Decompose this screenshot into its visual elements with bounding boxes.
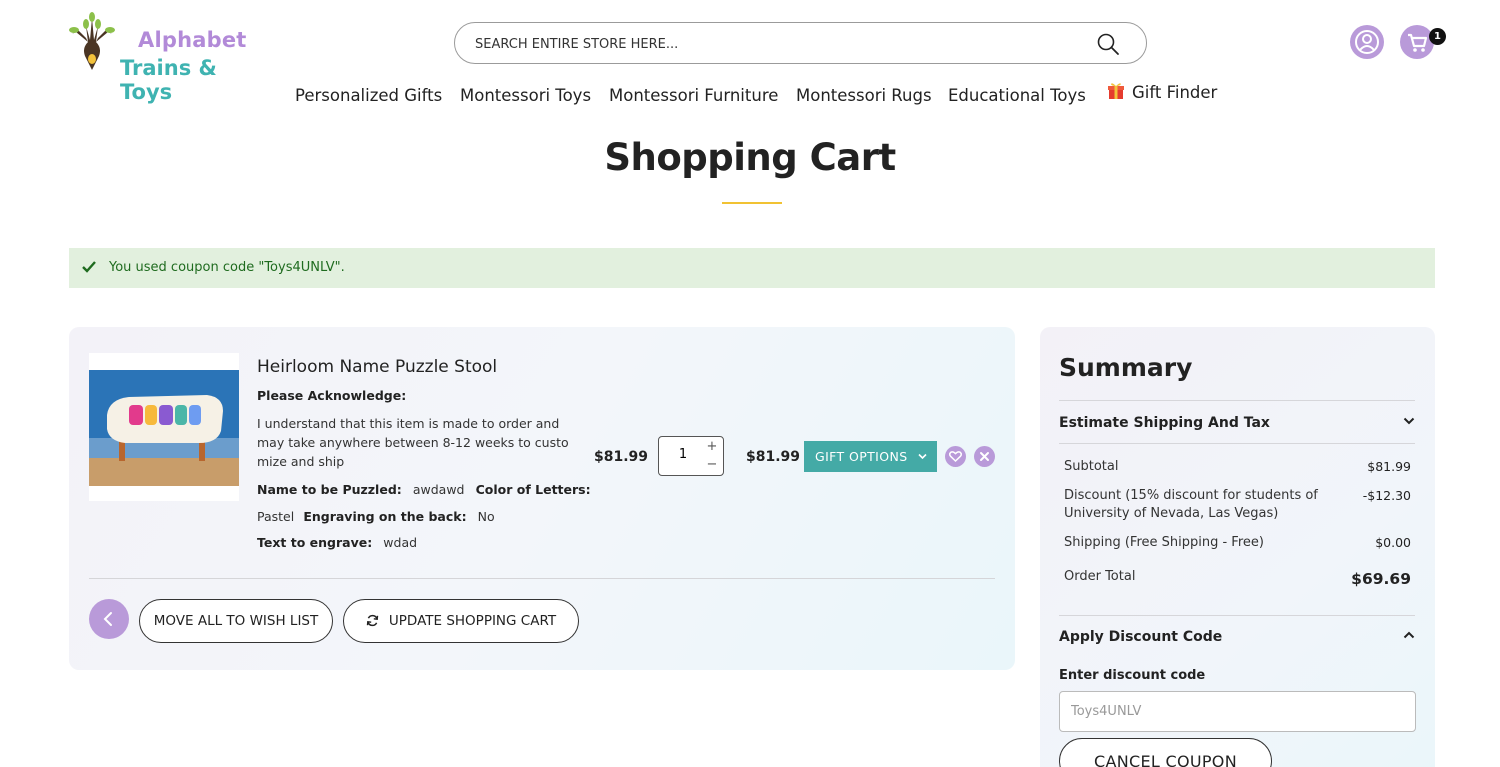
subtotal-label: Subtotal: [1064, 459, 1119, 474]
discount-label: Discount (15% discount for students of U…: [1064, 488, 1318, 521]
move-all-to-wishlist-button[interactable]: MOVE ALL TO WISH LIST: [139, 599, 333, 643]
search-input[interactable]: [475, 33, 1075, 55]
acknowledge-text: I understand that this item is made to o…: [257, 416, 569, 469]
engraving-value: No: [477, 509, 495, 524]
coupon-message-text: You used coupon code "Toys4UNLV".: [109, 260, 345, 275]
cart-count-badge: 1: [1429, 28, 1446, 45]
color-of-letters-label: Color of Letters:: [475, 482, 591, 497]
discount-code-label: Enter discount code: [1059, 668, 1206, 683]
continue-shopping-button[interactable]: [89, 599, 129, 639]
refresh-icon: [366, 614, 379, 627]
gift-options-button[interactable]: GIFT OPTIONS: [804, 441, 937, 472]
order-summary: Summary Estimate Shipping And Tax Subtot…: [1040, 327, 1435, 767]
checkmark-icon: [82, 261, 96, 273]
name-to-puzzle-value: awdawd: [412, 482, 465, 497]
summary-title: Summary: [1059, 353, 1193, 382]
quantity-stepper: + −: [658, 436, 724, 476]
quantity-input[interactable]: [665, 447, 701, 462]
chevron-down-icon: [918, 453, 927, 460]
page-title: Shopping Cart: [604, 136, 896, 179]
divider: [1059, 615, 1415, 616]
brand-name-line1: Alphabet: [138, 28, 247, 52]
nav-montessori-furniture[interactable]: Montessori Furniture: [609, 86, 778, 105]
discount-value: -$12.30: [1362, 488, 1411, 503]
order-total-label: Order Total: [1064, 569, 1136, 584]
search-icon[interactable]: [1096, 32, 1120, 56]
divider: [1059, 400, 1415, 401]
nav-gift-finder-label: Gift Finder: [1132, 83, 1218, 102]
chevron-down-icon[interactable]: [1403, 417, 1415, 425]
option-row-3: Text to engrave: wdad: [257, 532, 417, 551]
account-button[interactable]: [1350, 25, 1384, 59]
item-price: $81.99: [594, 449, 649, 465]
discount-code-input[interactable]: [1059, 691, 1416, 732]
option-row-1: Name to be Puzzled: awdawd Color of Lett…: [257, 479, 591, 498]
subtotal-value: $81.99: [1367, 459, 1411, 474]
text-to-engrave-label: Text to engrave:: [257, 535, 373, 550]
product-image[interactable]: [89, 353, 239, 501]
divider: [1059, 443, 1415, 444]
store-logo[interactable]: Alphabet Trains & Toys: [68, 12, 268, 104]
chevron-left-icon: [103, 612, 112, 626]
cancel-coupon-button[interactable]: CANCEL COUPON: [1059, 738, 1272, 767]
estimate-shipping-toggle[interactable]: Estimate Shipping And Tax: [1059, 415, 1270, 431]
move-to-wishlist-button[interactable]: [945, 446, 966, 467]
nav-personalized-gifts[interactable]: Personalized Gifts: [295, 86, 442, 105]
cart-icon: [1408, 33, 1428, 52]
item-subtotal: $81.99: [746, 449, 801, 465]
divider: [89, 578, 995, 579]
cart-items-panel: Heirloom Name Puzzle Stool Please Acknow…: [69, 327, 1015, 670]
gift-icon: [1108, 83, 1124, 99]
quantity-increase-button[interactable]: +: [705, 440, 719, 454]
minicart-button[interactable]: [1400, 25, 1434, 59]
color-of-letters-value: Pastel: [257, 509, 295, 524]
coupon-success-message: You used coupon code "Toys4UNLV".: [69, 248, 1435, 288]
shipping-label: Shipping (Free Shipping - Free): [1064, 535, 1264, 550]
text-to-engrave-value: wdad: [383, 535, 418, 550]
remove-item-button[interactable]: [974, 446, 995, 467]
acknowledge-label: Please Acknowledge:: [257, 388, 407, 403]
title-underline: [722, 202, 782, 204]
nav-montessori-rugs[interactable]: Montessori Rugs: [796, 86, 932, 105]
shipping-value: $0.00: [1375, 535, 1411, 550]
update-shopping-cart-button[interactable]: UPDATE SHOPPING CART: [343, 599, 579, 643]
engraving-label: Engraving on the back:: [303, 509, 467, 524]
option-row-2: Pastel Engraving on the back: No: [257, 506, 495, 525]
search-box: [454, 22, 1147, 64]
chevron-up-icon[interactable]: [1403, 631, 1415, 639]
quantity-decrease-button[interactable]: −: [705, 458, 719, 472]
order-total-value: $69.69: [1351, 570, 1411, 588]
puzzle-stool-photo: [89, 370, 239, 486]
gift-options-label: GIFT OPTIONS: [815, 449, 908, 464]
user-icon: [1355, 30, 1379, 54]
nav-educational-toys[interactable]: Educational Toys: [948, 86, 1086, 105]
main-nav: Personalized Gifts Montessori Toys Monte…: [0, 83, 1500, 112]
update-shopping-cart-label: UPDATE SHOPPING CART: [388, 613, 557, 629]
name-to-puzzle-label: Name to be Puzzled:: [257, 482, 402, 497]
nav-gift-finder[interactable]: Gift Finder: [1108, 82, 1217, 102]
product-name[interactable]: Heirloom Name Puzzle Stool: [257, 357, 497, 377]
nav-montessori-toys[interactable]: Montessori Toys: [460, 86, 591, 105]
close-icon: [980, 452, 989, 461]
tree-logo-icon: [69, 12, 115, 70]
apply-discount-toggle[interactable]: Apply Discount Code: [1059, 629, 1222, 645]
heart-icon: [948, 451, 963, 463]
